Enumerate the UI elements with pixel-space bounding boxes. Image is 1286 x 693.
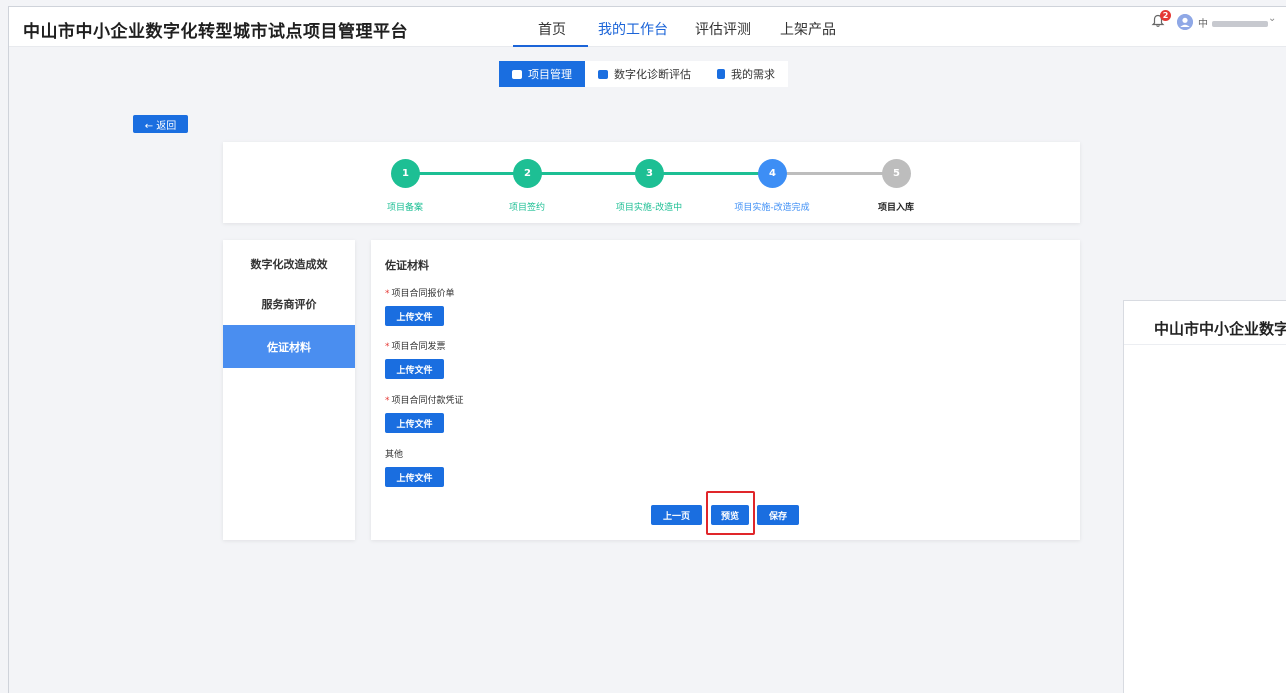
menu-item-evidence[interactable]: 佐证材料 bbox=[223, 325, 355, 368]
step-5-label: 项目入库 bbox=[877, 203, 914, 213]
document-icon bbox=[717, 69, 725, 79]
step-3-circle: 3 bbox=[635, 159, 664, 188]
avatar-icon[interactable] bbox=[1177, 14, 1193, 30]
nav-active-indicator bbox=[513, 45, 588, 47]
subtab-bar: 项目管理 数字化诊断评估 我的需求 bbox=[499, 61, 788, 87]
field-label-quote: * 项目合同报价单 bbox=[385, 289, 455, 299]
user-name[interactable]: 中 bbox=[1198, 15, 1268, 30]
nav-evaluation[interactable]: 评估评测 bbox=[695, 19, 751, 39]
user-name-prefix: 中 bbox=[1198, 19, 1208, 30]
step-2-circle: 2 bbox=[513, 159, 542, 188]
progress-steps: 1 2 3 4 5 项目备案 项目签约 项目实施-改造中 项目实施-改造完成 项… bbox=[223, 142, 1080, 223]
step-2-label: 项目签约 bbox=[508, 203, 545, 213]
tab-label: 项目管理 bbox=[528, 68, 572, 81]
app-title: 中山市中小企业数字化转型城市试点项目管理平台 bbox=[23, 22, 408, 42]
notification-badge: 2 bbox=[1160, 10, 1171, 21]
upload-invoice-button[interactable]: 上传文件 bbox=[385, 359, 444, 379]
upload-quote-button[interactable]: 上传文件 bbox=[385, 306, 444, 326]
tab-label: 我的需求 bbox=[731, 68, 775, 81]
step-3-label: 项目实施-改造中 bbox=[615, 203, 683, 213]
field-label-payment: * 项目合同付款凭证 bbox=[385, 396, 464, 406]
field-label-invoice: * 项目合同发票 bbox=[385, 342, 446, 352]
preview-window: 中山市中小企业数字 bbox=[1123, 300, 1286, 693]
step-4-label: 项目实施-改造完成 bbox=[734, 203, 810, 213]
back-button[interactable]: ← 返回 bbox=[133, 115, 188, 133]
field-label-text: 项目合同付款凭证 bbox=[391, 396, 464, 406]
diagnosis-icon bbox=[598, 69, 608, 79]
preview-window-title: 中山市中小企业数字 bbox=[1154, 320, 1286, 338]
prev-page-button[interactable]: 上一页 bbox=[651, 505, 702, 525]
step-4-circle: 4 bbox=[758, 159, 787, 188]
top-header: 中山市中小企业数字化转型城市试点项目管理平台 首页 我的工作台 评估评测 上架产… bbox=[9, 7, 1286, 47]
nav-products[interactable]: 上架产品 bbox=[780, 19, 836, 39]
upload-other-button[interactable]: 上传文件 bbox=[385, 467, 444, 487]
field-label-text: 项目合同报价单 bbox=[391, 289, 455, 299]
nav-home[interactable]: 首页 bbox=[538, 19, 566, 39]
user-name-redacted bbox=[1212, 21, 1268, 27]
project-icon bbox=[512, 69, 522, 79]
side-menu: 数字化改造成效 服务商评价 佐证材料 bbox=[223, 240, 355, 540]
preview-highlight-box bbox=[706, 491, 755, 535]
menu-item-provider-review[interactable]: 服务商评价 bbox=[223, 282, 355, 325]
tab-my-demands[interactable]: 我的需求 bbox=[704, 61, 788, 87]
step-1-label: 项目备案 bbox=[386, 203, 423, 213]
step-1-circle: 1 bbox=[391, 159, 420, 188]
field-label-other: 其他 bbox=[385, 450, 404, 460]
upload-payment-button[interactable]: 上传文件 bbox=[385, 413, 444, 433]
field-label-text: 项目合同发票 bbox=[391, 342, 446, 352]
nav-my-workbench[interactable]: 我的工作台 bbox=[598, 19, 668, 39]
tab-project-management[interactable]: 项目管理 bbox=[499, 61, 585, 87]
chevron-down-icon[interactable]: ⌄ bbox=[1268, 13, 1276, 24]
step-5-circle: 5 bbox=[882, 159, 911, 188]
tab-label: 数字化诊断评估 bbox=[614, 68, 691, 81]
tab-digital-diagnosis[interactable]: 数字化诊断评估 bbox=[585, 61, 704, 87]
save-button[interactable]: 保存 bbox=[757, 505, 799, 525]
menu-item-digital-results[interactable]: 数字化改造成效 bbox=[223, 242, 355, 285]
step-connector bbox=[786, 172, 897, 175]
panel-title: 佐证材料 bbox=[385, 259, 429, 272]
